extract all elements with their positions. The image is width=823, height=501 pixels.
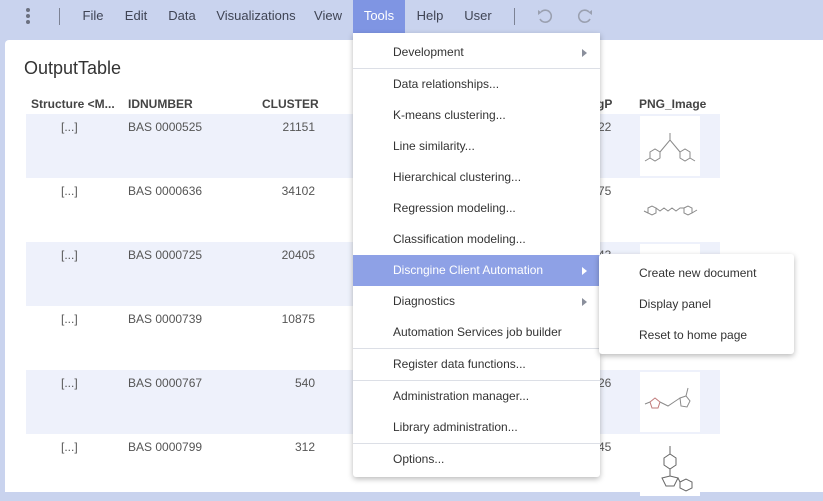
cell-cluster: 312 [294,440,315,454]
cell-idnumber: BAS 0000636 [128,184,203,198]
cell-logp: 45 [598,440,612,454]
menu-data[interactable]: Data [162,0,202,33]
menu-item-label: Development [393,45,464,59]
cell-logp: 22 [598,120,612,134]
menu-help[interactable]: Help [410,0,450,33]
cell-idnumber: BAS 0000799 [128,440,203,454]
tools-dropdown-menu: Development Data relationships... K-mean… [353,33,600,477]
cell-structure: [...] [61,376,78,390]
menu-view[interactable]: View [307,0,349,33]
menu-item-label: Options... [393,452,445,466]
molecule-image [640,116,700,176]
menu-item-automation-services-job-builder[interactable]: Automation Services job builder [353,317,600,348]
menu-item-kmeans-clustering[interactable]: K-means clustering... [353,100,600,131]
menu-item-label: Administration manager... [393,389,530,403]
cell-structure: [...] [61,248,78,262]
menu-item-diagnostics[interactable]: Diagnostics [353,286,600,317]
menu-bar: File Edit Data Visualizations View Tools… [0,0,823,33]
cell-structure: [...] [61,312,78,326]
column-header-png-image[interactable]: PNG_Image [639,97,706,111]
menu-item-label: Data relationships... [393,77,500,91]
submenu-item-display-panel[interactable]: Display panel [599,289,794,320]
menu-item-label: Hierarchical clustering... [393,170,522,184]
menu-item-development[interactable]: Development [353,37,600,68]
menu-item-register-data-functions[interactable]: Register data functions... [353,349,600,380]
cell-logp: 26 [598,376,612,390]
cell-cluster: 20405 [281,248,315,262]
cell-structure: [...] [61,120,78,134]
menu-item-classification-modeling[interactable]: Classification modeling... [353,224,600,255]
menu-item-hierarchical-clustering[interactable]: Hierarchical clustering... [353,162,600,193]
menu-item-data-relationships[interactable]: Data relationships... [353,69,600,100]
menu-item-label: K-means clustering... [393,108,506,122]
cell-idnumber: BAS 0000725 [128,248,203,262]
redo-icon[interactable] [576,7,594,25]
cell-logp: 75 [598,184,612,198]
submenu-item-reset-to-home-page[interactable]: Reset to home page [599,320,794,351]
cell-structure: [...] [61,184,78,198]
cell-idnumber: BAS 0000767 [128,376,203,390]
menu-item-label: Diagnostics [393,294,456,308]
molecule-image [640,180,700,240]
menu-tools[interactable]: Tools [353,0,405,33]
submenu-arrow-icon [582,298,587,306]
submenu-item-create-new-document[interactable]: Create new document [599,258,794,289]
menu-item-library-administration[interactable]: Library administration... [353,412,600,443]
column-header-cluster[interactable]: CLUSTER [262,97,319,111]
cell-cluster: 21151 [282,120,315,134]
cell-cluster: 540 [294,376,315,390]
menu-file[interactable]: File [76,0,110,33]
menu-user[interactable]: User [457,0,499,33]
cell-idnumber: BAS 0000525 [128,120,203,134]
molecule-image [640,372,700,432]
menu-item-label: Line similarity... [393,139,475,153]
menu-item-options[interactable]: Options... [353,444,600,475]
menubar-separator [59,8,60,25]
menu-item-label: Library administration... [393,420,518,434]
menu-edit[interactable]: Edit [117,0,155,33]
menu-item-regression-modeling[interactable]: Regression modeling... [353,193,600,224]
molecule-image [640,436,700,496]
menu-item-label: Classification modeling... [393,232,526,246]
menu-item-administration-manager[interactable]: Administration manager... [353,381,600,412]
menu-visualizations[interactable]: Visualizations [209,0,303,33]
cell-cluster: 34102 [281,184,315,198]
discngine-submenu: Create new document Display panel Reset … [599,254,794,354]
menubar-separator [514,8,515,25]
menu-item-label: Regression modeling... [393,201,516,215]
kebab-menu-icon[interactable] [19,7,37,25]
cell-structure: [...] [61,440,78,454]
undo-icon[interactable] [536,7,554,25]
submenu-arrow-icon [582,267,587,275]
cell-cluster: 10875 [281,312,315,326]
menu-item-label: Automation Services job builder [393,325,562,339]
column-header-structure[interactable]: Structure <M... [31,97,115,111]
menu-item-discngine-client-automation[interactable]: Discngine Client Automation [353,255,600,286]
submenu-arrow-icon [582,49,587,57]
cell-idnumber: BAS 0000739 [128,312,203,326]
menu-item-line-similarity[interactable]: Line similarity... [353,131,600,162]
table-title: OutputTable [24,58,122,78]
menu-item-label: Discngine Client Automation [393,263,544,277]
menu-item-label: Register data functions... [393,357,526,371]
column-header-idnumber[interactable]: IDNUMBER [128,97,193,111]
